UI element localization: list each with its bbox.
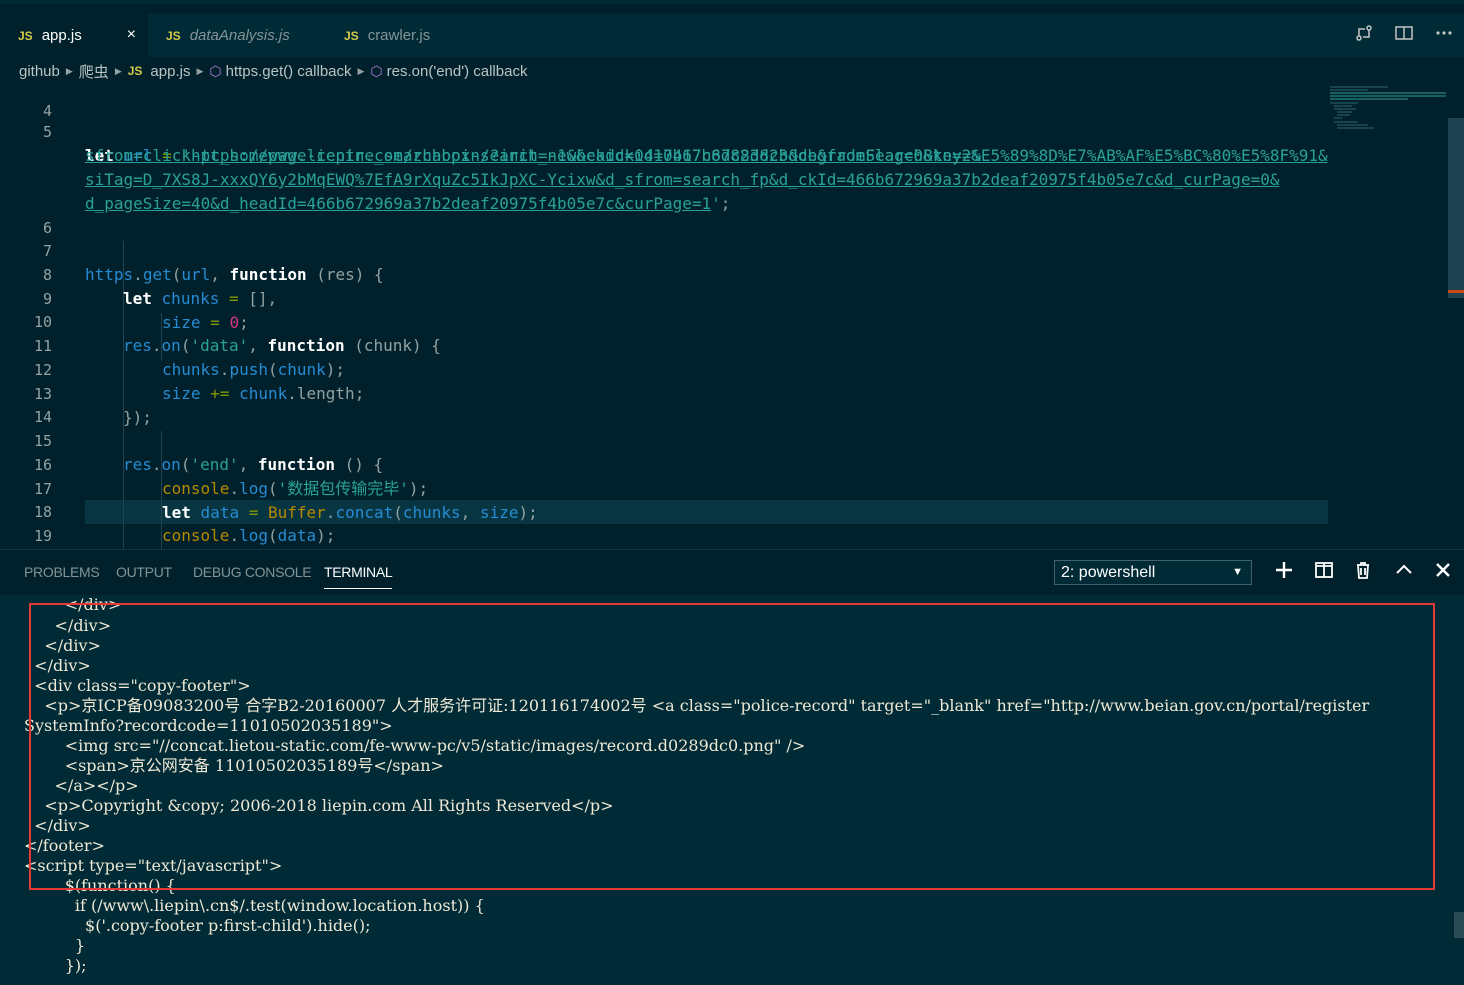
- terminal-output[interactable]: </div> </div> </div> </div> <div class="…: [0, 595, 1464, 985]
- split-editor-icon[interactable]: [1384, 23, 1424, 48]
- breadcrumb-item-github[interactable]: github: [19, 63, 60, 80]
- title-bar: [0, 0, 1464, 4]
- code-line: d_pageSize=40&d_headId=466b672969a37b2de…: [85, 194, 731, 213]
- maximize-panel-icon[interactable]: [1389, 561, 1419, 585]
- chevron-right-icon: ▶: [357, 65, 365, 76]
- tab-debug-console[interactable]: DEBUG CONSOLE: [193, 564, 312, 580]
- code-line: 17 let data = Buffer.concat(chunks, size…: [0, 453, 1330, 522]
- editor-tab-bar: JS app.js × JS dataAnalysis.js JS crawle…: [0, 14, 1464, 57]
- code-line: 10 res.on('data', function (chunk) {: [0, 286, 1330, 355]
- terminal-line: if (/www\.liepin\.cn$/.test(window.locat…: [24, 896, 485, 915]
- close-icon[interactable]: ×: [127, 26, 136, 44]
- terminal-line: <img src="//concat.lietou-static.com/fe-…: [24, 736, 806, 755]
- scrollbar-marker: [1448, 290, 1464, 293]
- terminal-scrollbar[interactable]: [1454, 912, 1464, 938]
- terminal-select[interactable]: 2: powershell ▼: [1054, 560, 1252, 585]
- tab-output[interactable]: OUTPUT: [116, 564, 172, 580]
- code-line: 13 });: [0, 358, 1330, 427]
- tab-terminal[interactable]: TERMINAL: [324, 564, 393, 589]
- tab-crawler-js[interactable]: JS crawler.js: [326, 14, 476, 57]
- terminal-select-value: 2: powershell: [1061, 564, 1156, 581]
- dropdown-arrow-icon: ▼: [1232, 566, 1243, 578]
- breadcrumb-item-https-callback[interactable]: https.get() callback: [226, 63, 352, 80]
- code-line: 15 res.on('end', function () {: [0, 405, 1330, 474]
- code-line: 20 console.log(html);: [0, 524, 1330, 548]
- code-line: 9 size = 0;: [0, 263, 1330, 332]
- terminal-line: $('.copy-footer p:first-child').hide();: [24, 916, 371, 935]
- code-line: 19 let html = data.toString();: [0, 500, 1330, 545]
- terminal-line: SystemInfo?recordcode=11010502035189">: [24, 716, 393, 735]
- breadcrumb: github ▶ 爬虫 ▶ JS app.js ▶ ⬡ https.get() …: [0, 57, 1464, 85]
- chevron-right-icon: ▶: [114, 65, 122, 76]
- terminal-line: <span>京公网安备 11010502035189号</span>: [24, 756, 444, 775]
- terminal-line: }: [24, 936, 86, 955]
- editor-scrollbar[interactable]: [1448, 118, 1464, 298]
- panel-header: PROBLEMS OUTPUT DEBUG CONSOLE TERMINAL 2…: [0, 549, 1464, 595]
- trash-icon[interactable]: [1348, 561, 1378, 585]
- open-changes-icon[interactable]: [1344, 23, 1384, 48]
- tab-app-js[interactable]: JS app.js ×: [0, 14, 148, 57]
- terminal-line: </div>: [24, 816, 91, 835]
- breadcrumb-item-file[interactable]: app.js: [150, 63, 190, 80]
- minimap[interactable]: [1328, 85, 1448, 145]
- method-cube-icon: ⬡: [370, 62, 383, 79]
- terminal-line: </footer>: [24, 836, 105, 855]
- code-editor[interactable]: 4 5 let url = 'https://www.liepin.com/zh…: [0, 85, 1464, 549]
- breadcrumb-item-end-callback[interactable]: res.on('end') callback: [387, 63, 528, 80]
- code-line: 5 let url = 'https://www.liepin.com/zhao…: [0, 96, 1330, 165]
- terminal-line: $(function() {: [24, 876, 176, 895]
- code-line: sfrom=click-pc_homepage-centre_searchbox…: [0, 120, 1330, 165]
- split-terminal-icon[interactable]: [1309, 561, 1339, 585]
- terminal-line: </div>: [24, 636, 101, 655]
- code-line: 12 size += chunk.length;: [0, 334, 1330, 403]
- terminal-line: <script type="text/javascript">: [24, 856, 283, 875]
- code-line: 8 let chunks = [],: [0, 239, 1330, 308]
- tab-label: dataAnalysis.js: [189, 27, 290, 44]
- code-line: 14: [0, 381, 1330, 426]
- terminal-line: <p>京ICP备09083200号 合字B2-20160007 人才服务许可证:…: [24, 696, 1370, 715]
- terminal-line: });: [24, 956, 87, 975]
- terminal-line: </div>: [24, 616, 112, 635]
- js-file-icon: JS: [127, 64, 143, 78]
- tab-problems[interactable]: PROBLEMS: [24, 564, 100, 580]
- terminal-line: </div>: [24, 595, 122, 614]
- tab-label: crawler.js: [367, 27, 431, 44]
- code-line: 11 chunks.push(chunk);: [0, 310, 1330, 379]
- breadcrumb-item-folder[interactable]: 爬虫: [79, 61, 109, 82]
- code-line: 7 https.get(url, function (res) {: [0, 215, 1330, 284]
- code-line: 18 console.log(data);: [0, 476, 1330, 545]
- code-line: 16 console.log('数据包传输完毕');: [0, 429, 1330, 498]
- js-file-icon: JS: [344, 28, 359, 43]
- terminal-line: </div>: [24, 656, 91, 675]
- editor-actions: [1344, 14, 1464, 57]
- tab-dataanalysis-js[interactable]: JS dataAnalysis.js: [148, 14, 326, 57]
- close-panel-icon[interactable]: [1428, 561, 1458, 584]
- method-cube-icon: ⬡: [209, 62, 222, 79]
- new-terminal-icon[interactable]: [1269, 561, 1299, 585]
- terminal-line: </a></p>: [24, 776, 139, 795]
- js-file-icon: JS: [18, 28, 33, 43]
- code-line: siTag=D_7XS8J-xxxQY6y2bMqEWQ%7EfA9rXquZc…: [0, 144, 1330, 189]
- chevron-right-icon: ▶: [196, 65, 204, 76]
- code-line: 6: [0, 192, 1330, 237]
- terminal-line: <p>Copyright &copy; 2006-2018 liepin.com…: [24, 796, 614, 815]
- more-actions-icon[interactable]: [1424, 23, 1464, 48]
- terminal-line: <div class="copy-footer">: [24, 676, 251, 695]
- js-file-icon: JS: [166, 28, 181, 43]
- tab-label: app.js: [41, 27, 82, 44]
- chevron-right-icon: ▶: [65, 65, 73, 76]
